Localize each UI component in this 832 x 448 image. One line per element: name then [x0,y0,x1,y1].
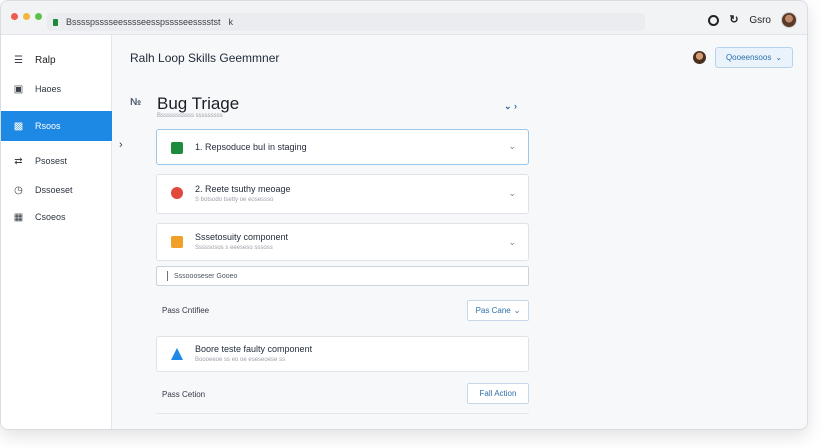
sidebar: ☰ Ralp ▣ Haoes ▩ Rsoos ⇄ Psosest ◷ Dssoe… [1,35,112,429]
component-icon [171,236,183,248]
extension-icon[interactable] [708,14,720,26]
sidebar-item-label: Rsoos [35,121,61,131]
minimize-window-button[interactable] [23,13,30,20]
divider [156,413,529,414]
window-controls [11,13,42,20]
browser-toolbar: Bsssspsssseesssseesspsssseesssstst k ↻ G… [1,1,807,35]
result-card[interactable]: Boore teste faulty component Boooeeoe ss… [156,336,529,372]
sidebar-item-label: Csoeos [35,212,66,222]
result-title: Boore teste faulty component [195,344,313,354]
user-avatar[interactable] [693,51,706,64]
step-title: 2. Reete tsuthy meoage [195,184,291,194]
pass-criteria-dropdown[interactable]: Pas Cane ⌄ [467,300,529,321]
document-icon: ▩ [13,120,24,132]
address-text: Bsssspsssseesssseesspsssseesssstst [66,17,221,27]
step-card-2[interactable]: 2. Reete tsuthy meoage S botsodo tsetty … [156,174,529,214]
note-input-value: Sssoooseser Gooeo [174,272,238,280]
maximize-window-button[interactable] [35,13,42,20]
clock-icon: ◷ [14,184,23,196]
step-title: 1. Repsoduce buI in staging [195,142,307,152]
header-dropdown-label: Qooeensoos [725,53,772,62]
triangle-icon [171,348,183,360]
page-title: Bug Triage [157,94,240,113]
profile-name[interactable]: Gsro [749,15,771,26]
lock-icon [53,18,58,26]
sidebar-item-process[interactable]: ⇄ Psosest [1,146,112,176]
sidebar-item-grid[interactable]: ▦ Csoeos [1,202,112,232]
home-icon: ▣ [13,83,24,95]
sidebar-item-active[interactable]: ▩ Rsoos [1,111,112,141]
address-bar[interactable]: Bsssspsssseesssseesspsssseesssstst k [47,13,645,31]
input-caret [167,271,168,281]
bug-icon: № [130,97,142,108]
text-cursor-icon: k [228,17,234,27]
browser-window: Bsssspsssseesssseesspsssseesssstst k ↻ G… [0,0,808,430]
sidebar-item-label: Psosest [35,156,68,166]
task-icon [171,142,183,154]
pass-action-label: Pass Cetion [162,390,206,399]
step-card-3[interactable]: Sssetosuity component Sssssosos s eeeses… [156,223,529,261]
fail-action-button[interactable]: Fall Action [467,383,529,404]
person-icon [171,187,183,199]
expand-chevron-icon[interactable]: › [119,139,123,151]
sidebar-item-menu[interactable]: ☰ Ralp [1,45,112,75]
chevron-down-icon[interactable]: ⌄ [508,188,516,199]
arrows-icon: ⇄ [14,155,23,167]
pass-criteria-dropdown-label: Pas Cane [475,306,511,315]
browser-actions: ↻ Gsro [708,12,797,28]
page-subtitle: Bsssssssssss sssssssss [157,113,223,119]
step-subtitle: S botsodo tsetty oe eosessso [195,197,274,203]
refresh-icon[interactable]: ↻ [729,15,739,26]
note-input[interactable]: Sssoooseser Gooeo [156,266,529,286]
profile-avatar[interactable] [781,12,797,28]
app-title: Ralh Loop Skills Geemmner [130,51,280,65]
main-content: Ralh Loop Skills Geemmner Qooeensoos ⌄ ›… [112,35,807,429]
sidebar-item-label: Haoes [35,84,62,94]
step-title: Sssetosuity component [195,232,289,242]
result-subtitle: Boooeeoe ss eo oe eseseoese ss [195,357,286,363]
sidebar-item-label: Ralp [35,54,56,66]
chevron-down-icon[interactable]: ⌄ [508,141,516,152]
chevron-down-icon[interactable]: ⌄ [508,237,516,248]
sidebar-item-label: Dssoeset [35,185,73,195]
fail-action-label: Fall Action [479,389,517,398]
chevron-navigation-icon[interactable]: ⌄ › [504,101,517,112]
step-subtitle: Sssssosos s eeeseso sssoss [195,245,273,251]
chevron-down-icon: ⌄ [513,306,521,315]
header-dropdown[interactable]: Qooeensoos ⌄ [715,47,793,68]
pass-criteria-label: Pass Cntifiee [162,306,210,315]
sidebar-item-history[interactable]: ◷ Dssoeset [1,175,112,205]
close-window-button[interactable] [11,13,18,20]
step-card-1[interactable]: 1. Repsoduce buI in staging ⌄ [156,129,529,165]
grid-icon: ▦ [13,211,24,223]
sidebar-item-home[interactable]: ▣ Haoes [1,74,112,104]
menu-icon: ☰ [14,54,23,66]
chevron-down-icon: ⌄ [775,53,783,62]
